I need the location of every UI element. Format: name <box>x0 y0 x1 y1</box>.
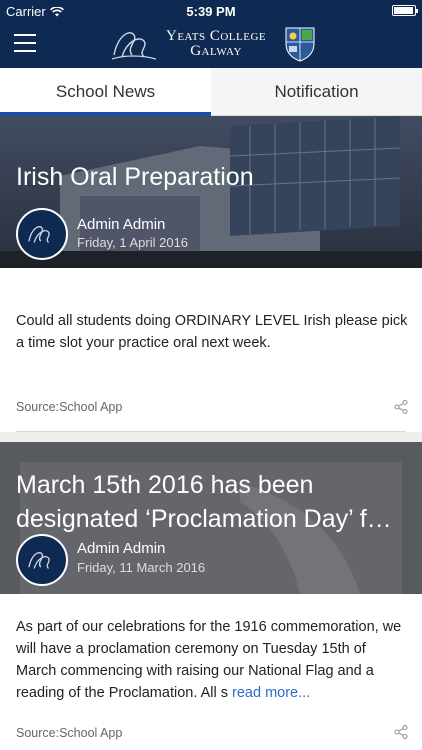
news-hero-image: Irish Oral Preparation Admin Admin Frida… <box>0 116 422 268</box>
news-title: March 15th 2016 has been designated ‘Pro… <box>16 471 392 533</box>
brand-line-1: Yeats College <box>166 28 267 44</box>
news-body-text: Could all students doing ORDINARY LEVEL … <box>16 313 408 351</box>
swan-logo-icon <box>28 552 50 569</box>
share-icon[interactable] <box>394 725 408 739</box>
menu-bar <box>14 50 36 52</box>
tab-label: Notification <box>274 81 359 101</box>
news-source: Source:School App <box>16 726 123 740</box>
author-avatar <box>16 208 68 260</box>
menu-button[interactable] <box>14 34 36 52</box>
read-more-link[interactable]: read more... <box>232 685 310 701</box>
tab-school-news[interactable]: School News <box>0 68 211 116</box>
news-hero-image: March 15th 2016 has been designated ‘Pro… <box>0 442 422 594</box>
tab-label: School News <box>55 81 156 101</box>
news-title: Irish Oral Preparation <box>16 163 254 191</box>
swan-logo-icon <box>111 32 157 60</box>
author-name: Admin Admin <box>77 216 166 233</box>
brand-name: Yeats College Galway <box>166 29 266 59</box>
battery-icon <box>392 5 418 16</box>
card-separator <box>0 432 422 442</box>
tab-notification[interactable]: Notification <box>211 68 422 115</box>
news-body: As part of our celebrations for the 1916… <box>16 616 408 704</box>
status-bar: Carrier 5:39 PM <box>0 0 422 22</box>
author-name: Admin Admin <box>77 540 166 557</box>
brand-line-2: Galway <box>190 43 242 59</box>
menu-bar <box>14 42 36 44</box>
author-avatar <box>16 534 68 586</box>
post-date: Friday, 11 March 2016 <box>77 560 206 575</box>
school-crest-icon <box>285 27 315 62</box>
menu-bar <box>14 34 36 36</box>
status-time: 5:39 PM <box>186 4 236 19</box>
app-header: Carrier 5:39 PM Yeats College Galway <box>0 0 422 68</box>
news-card[interactable]: March 15th 2016 has been designated ‘Pro… <box>0 442 422 750</box>
swan-logo-icon <box>28 226 50 243</box>
share-icon[interactable] <box>394 400 408 414</box>
post-date: Friday, 1 April 2016 <box>77 235 189 250</box>
tab-bar: School News Notification <box>0 68 422 116</box>
news-body-text: As part of our celebrations for the 1916… <box>16 619 402 701</box>
news-body: Could all students doing ORDINARY LEVEL … <box>16 310 408 354</box>
news-card[interactable]: Irish Oral Preparation Admin Admin Frida… <box>0 116 422 442</box>
news-source: Source:School App <box>16 400 123 414</box>
